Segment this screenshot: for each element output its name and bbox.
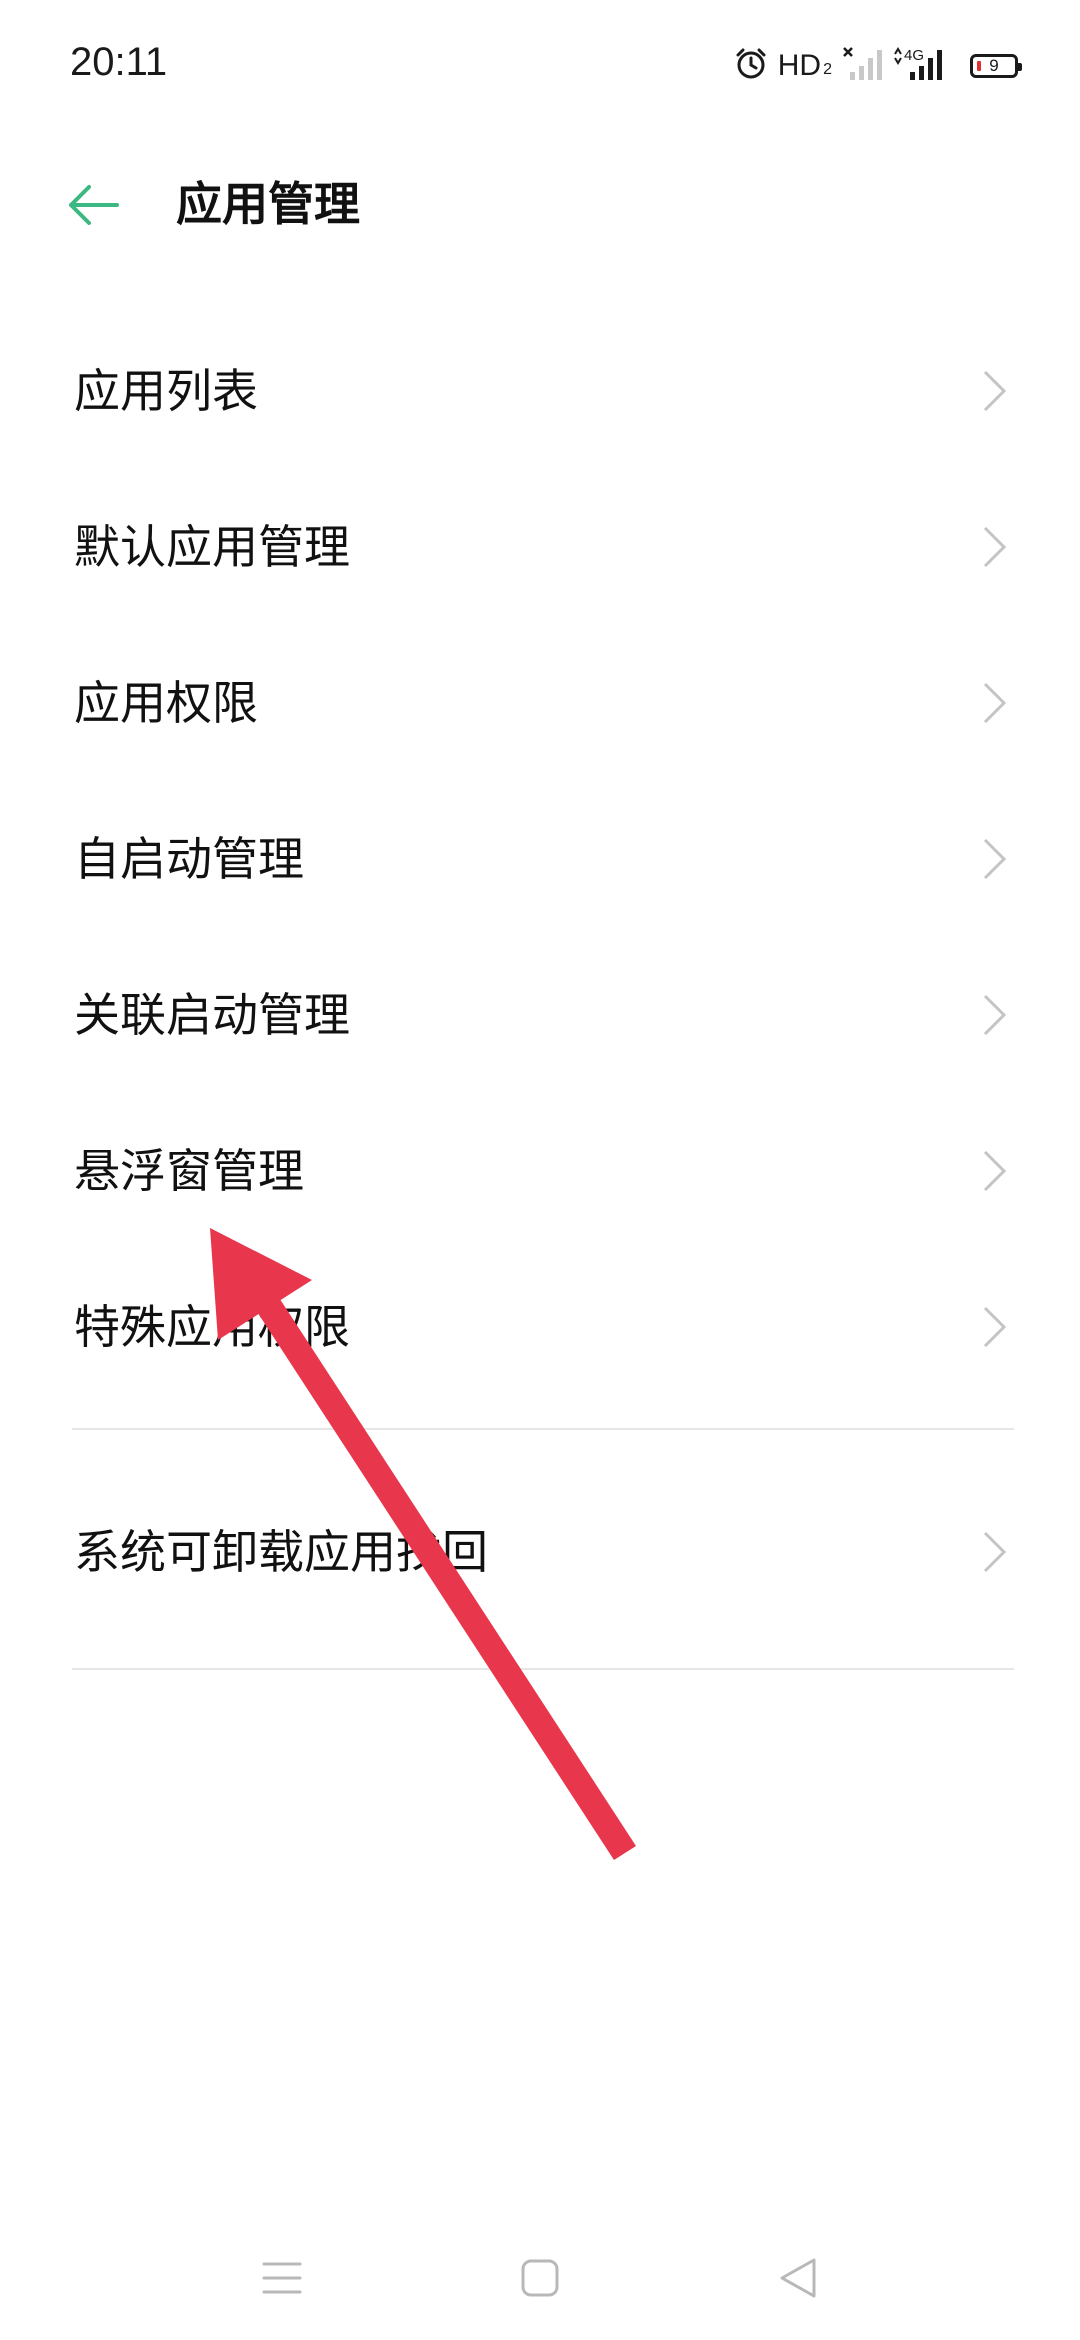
menu-item-autostart[interactable]: 自启动管理: [0, 781, 1080, 937]
menu-item-app-permissions[interactable]: 应用权限: [0, 625, 1080, 781]
chevron-right-icon: [983, 682, 1007, 724]
divider: [72, 1428, 1014, 1430]
menu-item-label: 默认应用管理: [74, 520, 350, 574]
recent-apps-button[interactable]: [252, 2250, 312, 2310]
menu-item-label: 关联启动管理: [74, 988, 350, 1042]
chevron-right-icon: [983, 526, 1007, 568]
chevron-right-icon: [983, 994, 1007, 1036]
menu-item-label: 系统可卸载应用找回: [74, 1525, 488, 1579]
menu-item-label: 应用列表: [74, 364, 258, 418]
signal-sim2-icon: 4G: [892, 46, 948, 86]
menu-item-restore-system-apps[interactable]: 系统可卸载应用找回: [0, 1474, 1080, 1630]
menu-item-special-permissions[interactable]: 特殊应用权限: [0, 1249, 1080, 1405]
menu-item-floating-window[interactable]: 悬浮窗管理: [0, 1093, 1080, 1249]
menu-item-label: 应用权限: [74, 676, 258, 730]
header: 应用管理: [0, 150, 1080, 260]
alarm-icon: [734, 47, 768, 85]
menu-item-default-apps[interactable]: 默认应用管理: [0, 469, 1080, 625]
menu-item-associated-start[interactable]: 关联启动管理: [0, 937, 1080, 1093]
status-time: 20:11: [70, 40, 168, 84]
home-button[interactable]: [510, 2250, 570, 2310]
hd-indicator: HD 2: [777, 49, 832, 82]
chevron-right-icon: [983, 838, 1007, 880]
chevron-right-icon: [983, 1531, 1007, 1573]
menu-list: 应用列表 默认应用管理 应用权限 自启动管理 关联启动管理 悬浮窗管理 特殊应用…: [0, 313, 1080, 1405]
nav-bar: [0, 2220, 1080, 2340]
chevron-right-icon: [983, 370, 1007, 412]
chevron-right-icon: [983, 1306, 1007, 1348]
svg-text:4G: 4G: [904, 47, 924, 64]
page-title: 应用管理: [176, 177, 360, 231]
menu-item-label: 特殊应用权限: [74, 1300, 350, 1354]
home-icon: [520, 2258, 560, 2302]
battery-icon: 9: [970, 54, 1022, 78]
arrow-left-icon: [65, 183, 121, 231]
menu-icon: [262, 2260, 302, 2300]
signal-sim1-icon: [842, 46, 882, 86]
chevron-right-icon: [983, 1150, 1007, 1192]
menu-item-label: 悬浮窗管理: [74, 1144, 304, 1198]
status-bar: 20:11 HD 2 4G 9: [0, 0, 1080, 130]
back-nav-button[interactable]: [768, 2250, 828, 2310]
divider: [72, 1668, 1014, 1670]
menu-item-app-list[interactable]: 应用列表: [0, 313, 1080, 469]
back-button[interactable]: [58, 172, 128, 242]
back-triangle-icon: [778, 2256, 818, 2304]
status-icons: HD 2 4G 9: [734, 44, 1022, 88]
menu-item-label: 自启动管理: [74, 832, 304, 886]
